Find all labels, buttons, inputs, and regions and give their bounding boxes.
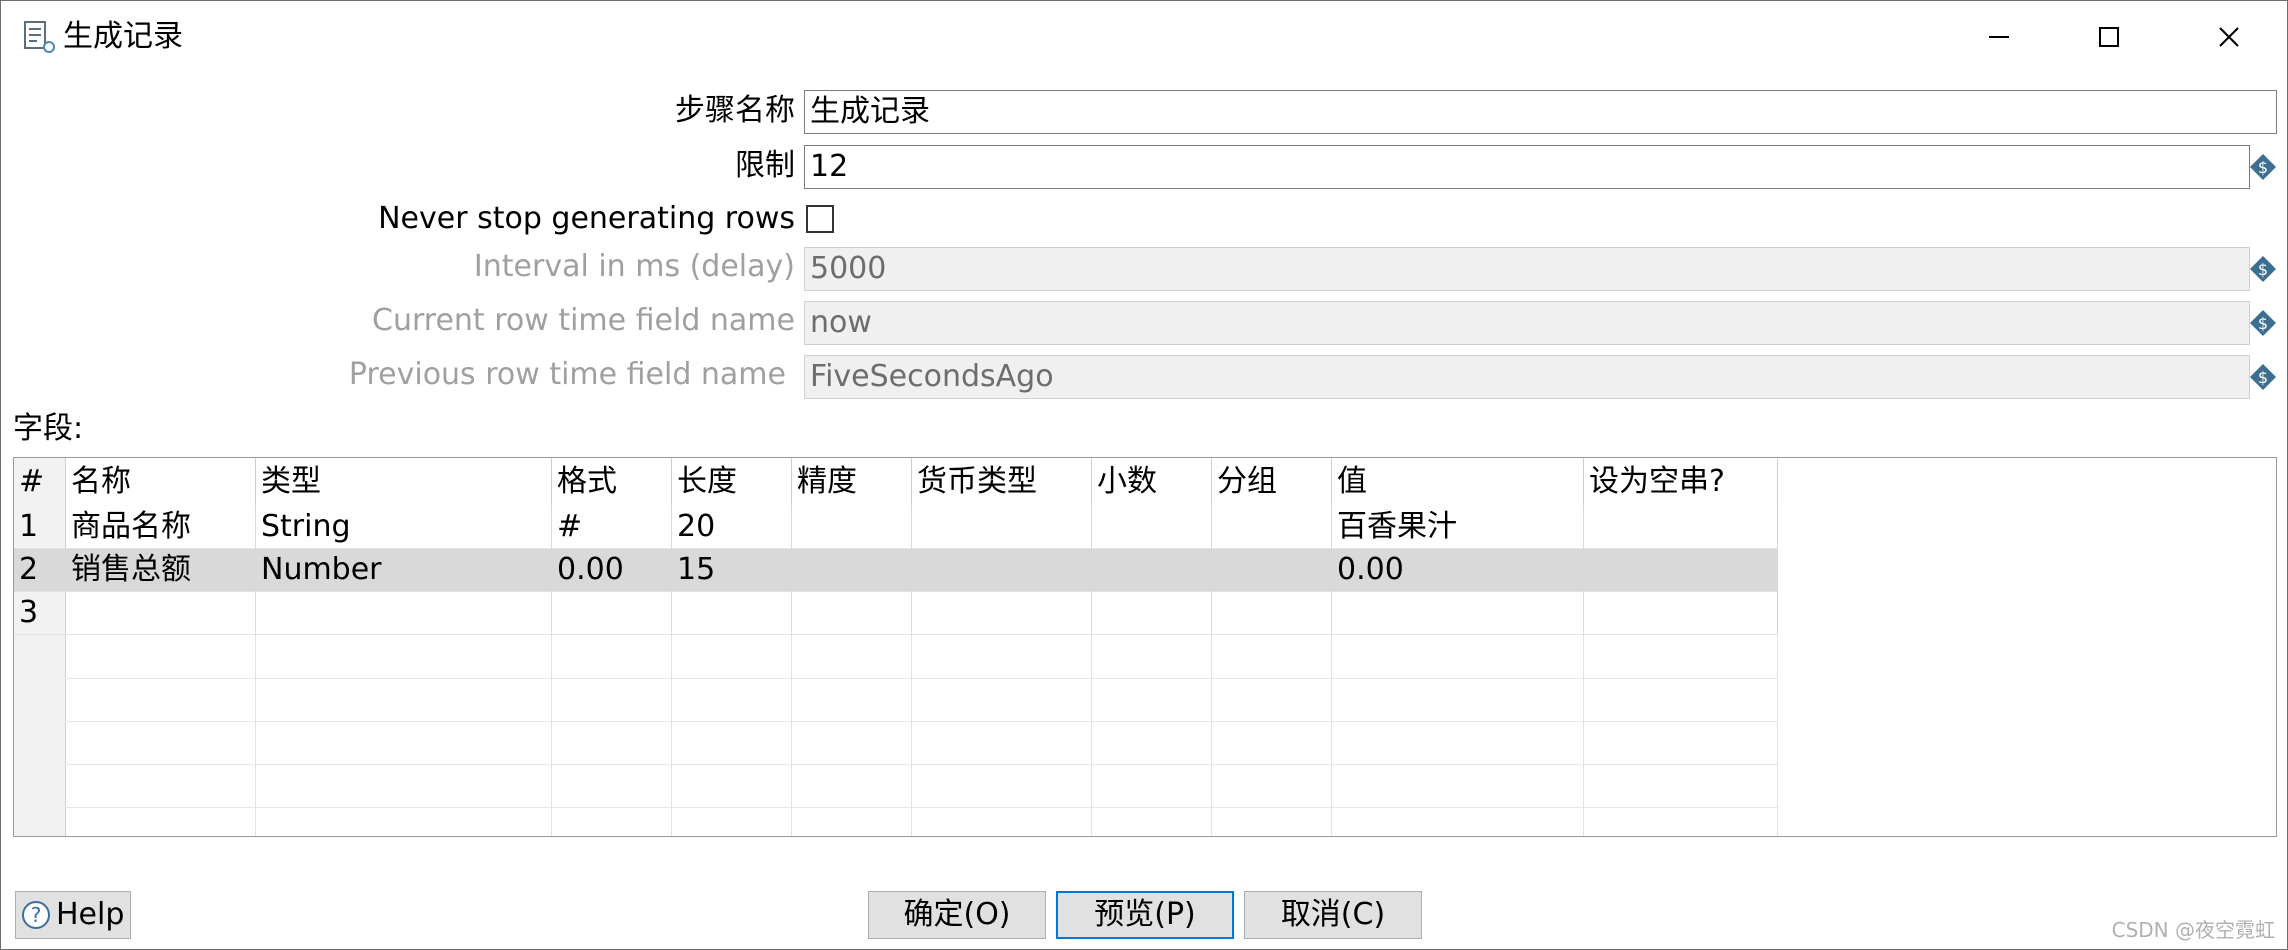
column-divider <box>255 635 256 836</box>
table-cell-currency[interactable] <box>912 549 1092 592</box>
fields-label: 字段: <box>13 411 84 446</box>
table-cell-type[interactable]: String <box>256 506 552 549</box>
column-header-format[interactable]: 格式 <box>552 458 672 506</box>
table-cell-set-empty[interactable] <box>1584 592 1778 635</box>
table-cell-precision[interactable] <box>792 506 912 549</box>
table-cell-group[interactable] <box>1212 592 1332 635</box>
generate-rows-icon <box>24 21 55 53</box>
column-header-value[interactable]: 值 <box>1332 458 1584 506</box>
table-cell-value[interactable] <box>1332 592 1584 635</box>
table-cell-decimal[interactable] <box>1092 549 1212 592</box>
column-header-decimal[interactable]: 小数 <box>1092 458 1212 506</box>
empty-row-line <box>65 764 1777 765</box>
table-cell-name[interactable]: 商品名称 <box>66 506 256 549</box>
table-cell-group[interactable] <box>1212 506 1332 549</box>
help-icon: ? <box>22 901 50 929</box>
column-divider <box>911 635 912 836</box>
table-cell-set-empty[interactable] <box>1584 506 1778 549</box>
table-row-number[interactable]: 1 <box>14 506 66 549</box>
maximize-button[interactable] <box>2051 1 2167 73</box>
ok-button[interactable]: 确定(O) <box>868 891 1046 939</box>
column-divider <box>1091 635 1092 836</box>
variable-icon[interactable]: $ <box>2249 309 2277 337</box>
minimize-button[interactable] <box>1941 1 2057 73</box>
svg-text:$: $ <box>2258 260 2268 279</box>
preview-button[interactable]: 预览(P) <box>1056 891 1234 939</box>
table-cell-format[interactable]: # <box>552 506 672 549</box>
table-cell-name[interactable]: 销售总额 <box>66 549 256 592</box>
table-cell-set-empty[interactable] <box>1584 549 1778 592</box>
title-bar: 生成记录 <box>1 1 2287 73</box>
help-label: Help <box>56 897 125 932</box>
window-title: 生成记录 <box>63 19 183 54</box>
svg-text:$: $ <box>2258 314 2268 333</box>
close-button[interactable] <box>2171 1 2287 73</box>
current-time-label: Current row time field name <box>372 303 795 338</box>
empty-row-line <box>65 807 1777 808</box>
never-stop-label: Never stop generating rows <box>378 201 795 236</box>
never-stop-checkbox[interactable] <box>806 205 834 233</box>
svg-text:$: $ <box>2258 368 2268 387</box>
table-cell-decimal[interactable] <box>1092 592 1212 635</box>
current-time-input[interactable]: now <box>804 301 2250 345</box>
table-row-number[interactable]: 2 <box>14 549 66 592</box>
column-header-precision[interactable]: 精度 <box>792 458 912 506</box>
interval-input[interactable]: 5000 <box>804 247 2250 291</box>
column-divider <box>1777 635 1778 836</box>
svg-text:$: $ <box>2258 158 2268 177</box>
step-name-label: 步骤名称 <box>675 93 795 128</box>
table-cell-format[interactable] <box>552 592 672 635</box>
limit-input[interactable]: 12 <box>804 145 2250 189</box>
column-header-type[interactable]: 类型 <box>256 458 552 506</box>
previous-time-input[interactable]: FiveSecondsAgo <box>804 355 2250 399</box>
limit-label: 限制 <box>735 148 795 183</box>
table-cell-length[interactable]: 20 <box>672 506 792 549</box>
column-header-length[interactable]: 长度 <box>672 458 792 506</box>
column-divider <box>1211 635 1212 836</box>
variable-icon[interactable]: $ <box>2249 363 2277 391</box>
table-row-number[interactable]: 3 <box>14 592 66 635</box>
column-divider <box>1583 635 1584 836</box>
table-cell-currency[interactable] <box>912 506 1092 549</box>
column-header-name[interactable]: 名称 <box>66 458 256 506</box>
table-cell-name[interactable] <box>66 592 256 635</box>
table-cell-format[interactable]: 0.00 <box>552 549 672 592</box>
table-cell-length[interactable] <box>672 592 792 635</box>
generate-rows-dialog: 生成记录 步骤名称 生成记录 限制 12 $ Never stop genera… <box>0 0 2288 950</box>
column-divider <box>1331 635 1332 836</box>
table-cell-value[interactable]: 0.00 <box>1332 549 1584 592</box>
fields-table: # 名称 类型 格式 长度 精度 货币类型 小数 分组 值 设为空串? 1 商品… <box>13 457 2277 837</box>
table-cell-precision[interactable] <box>792 592 912 635</box>
minimize-icon <box>1989 36 2009 38</box>
column-header-group[interactable]: 分组 <box>1212 458 1332 506</box>
column-divider <box>551 635 552 836</box>
column-divider <box>671 635 672 836</box>
empty-row-line <box>65 721 1777 722</box>
empty-row-line <box>65 678 1777 679</box>
watermark: CSDN @夜空霓虹 <box>2111 918 2275 942</box>
step-name-input[interactable]: 生成记录 <box>804 90 2277 134</box>
column-divider <box>791 635 792 836</box>
cancel-button[interactable]: 取消(C) <box>1244 891 1422 939</box>
help-button[interactable]: ? Help <box>15 891 131 939</box>
interval-label: Interval in ms (delay) <box>473 249 795 284</box>
variable-icon[interactable]: $ <box>2249 255 2277 283</box>
table-cell-precision[interactable] <box>792 549 912 592</box>
table-cell-currency[interactable] <box>912 592 1092 635</box>
maximize-icon <box>2099 27 2119 47</box>
table-cell-value[interactable]: 百香果汁 <box>1332 506 1584 549</box>
table-cell-decimal[interactable] <box>1092 506 1212 549</box>
table-cell-type[interactable]: Number <box>256 549 552 592</box>
table-cell-type[interactable] <box>256 592 552 635</box>
column-header-set-empty[interactable]: 设为空串? <box>1584 458 1778 506</box>
column-header-number[interactable]: # <box>14 458 66 506</box>
table-cell-length[interactable]: 15 <box>672 549 792 592</box>
column-header-currency[interactable]: 货币类型 <box>912 458 1092 506</box>
svg-text:?: ? <box>31 903 42 927</box>
close-icon <box>2219 27 2239 47</box>
variable-icon[interactable]: $ <box>2249 153 2277 181</box>
previous-time-label: Previous row time field name <box>348 357 786 392</box>
table-cell-group[interactable] <box>1212 549 1332 592</box>
